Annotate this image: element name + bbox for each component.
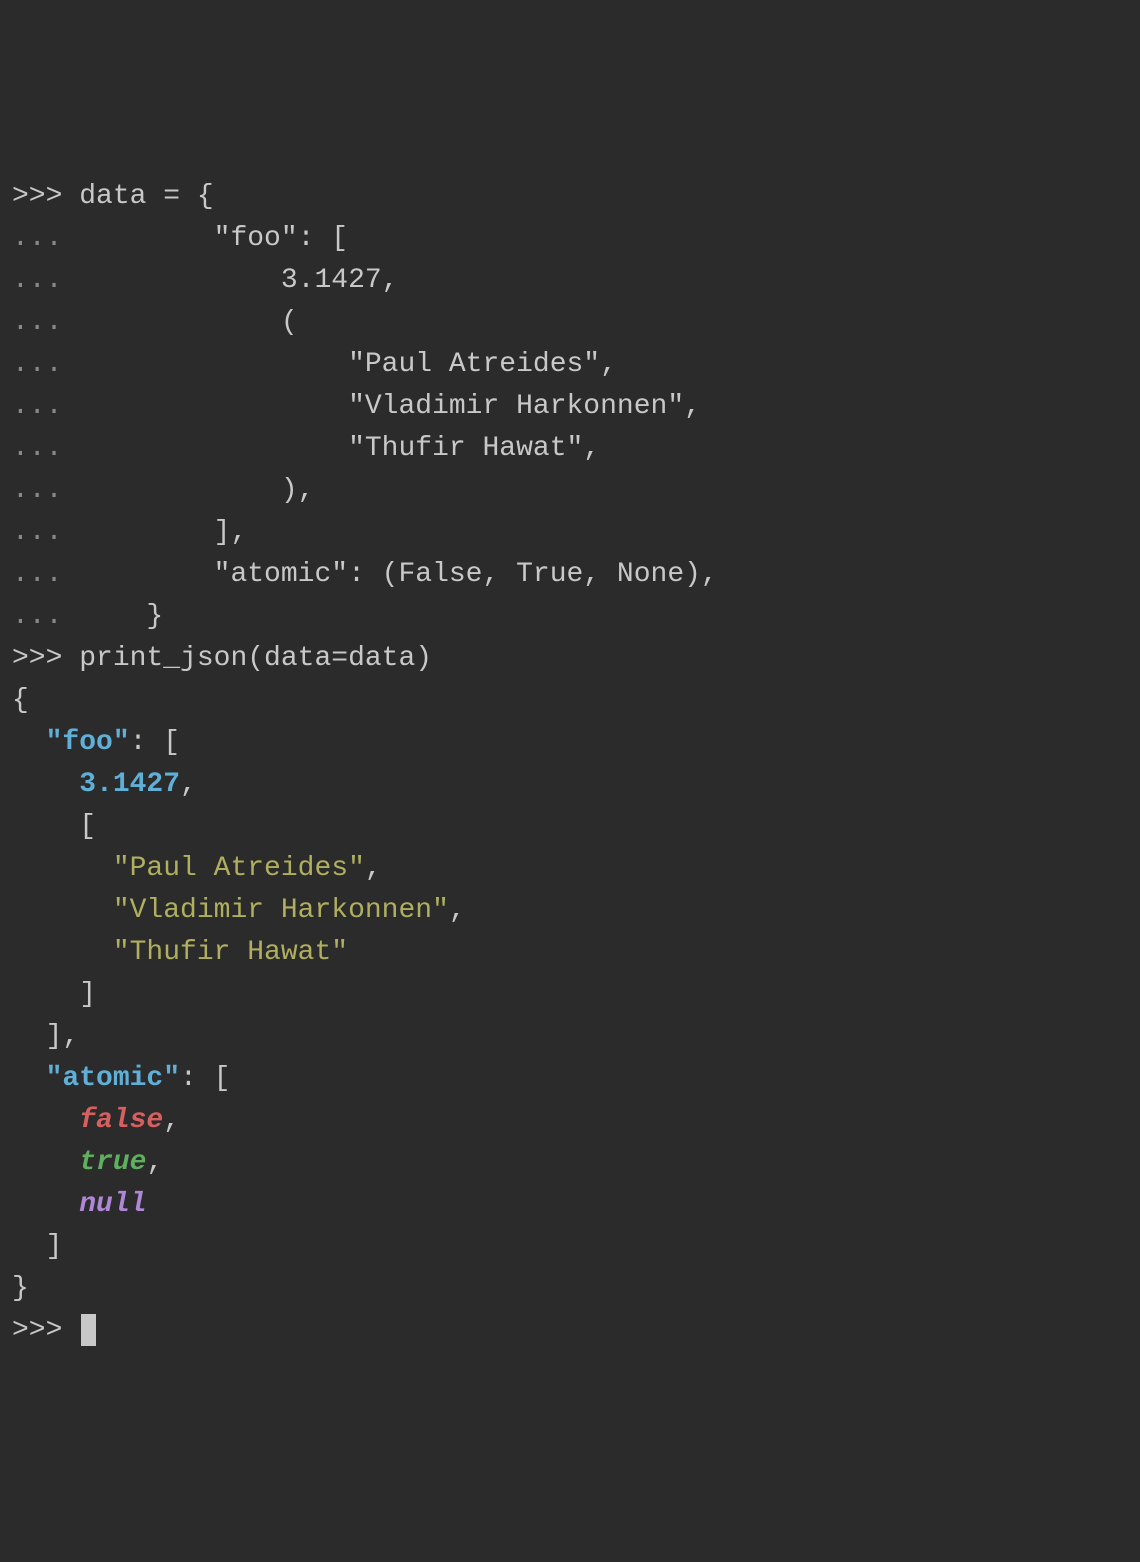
json-bracket: ] bbox=[46, 1021, 63, 1052]
code-line: ( bbox=[79, 307, 297, 338]
terminal-output: >>> data = {... "foo": [... 3.1427,... (… bbox=[12, 176, 1128, 1352]
json-bracket: ] bbox=[79, 979, 96, 1010]
json-string: "Vladimir Harkonnen" bbox=[113, 895, 449, 926]
json-string: "Thufir Hawat" bbox=[113, 937, 348, 968]
json-brace: } bbox=[12, 1273, 29, 1304]
json-bracket: ] bbox=[46, 1231, 63, 1262]
primary-prompt: >>> bbox=[12, 181, 79, 212]
continuation-prompt: ... bbox=[12, 391, 79, 422]
continuation-prompt: ... bbox=[12, 601, 79, 632]
continuation-prompt: ... bbox=[12, 475, 79, 506]
primary-prompt: >>> bbox=[12, 643, 79, 674]
json-number: 3.1427 bbox=[79, 769, 180, 800]
continuation-prompt: ... bbox=[12, 223, 79, 254]
json-bracket: [ bbox=[163, 727, 180, 758]
code-line: 3.1427, bbox=[79, 265, 398, 296]
code-line: "Thufir Hawat", bbox=[79, 433, 600, 464]
json-brace: { bbox=[12, 685, 29, 716]
continuation-prompt: ... bbox=[12, 517, 79, 548]
cursor[interactable] bbox=[81, 1314, 96, 1346]
code-line: } bbox=[79, 601, 163, 632]
code-line: print_json(data=data) bbox=[79, 643, 432, 674]
continuation-prompt: ... bbox=[12, 307, 79, 338]
json-bracket: [ bbox=[79, 811, 96, 842]
continuation-prompt: ... bbox=[12, 559, 79, 590]
code-line: "Paul Atreides", bbox=[79, 349, 617, 380]
json-key: "atomic" bbox=[46, 1063, 180, 1094]
json-false: false bbox=[79, 1105, 163, 1136]
code-line: "foo": [ bbox=[79, 223, 348, 254]
continuation-prompt: ... bbox=[12, 265, 79, 296]
primary-prompt: >>> bbox=[12, 1315, 79, 1346]
json-key: "foo" bbox=[46, 727, 130, 758]
json-string: "Paul Atreides" bbox=[113, 853, 365, 884]
json-bracket: [ bbox=[214, 1063, 231, 1094]
continuation-prompt: ... bbox=[12, 433, 79, 464]
json-null: null bbox=[79, 1189, 146, 1220]
json-true: true bbox=[79, 1147, 146, 1178]
code-line: "Vladimir Harkonnen", bbox=[79, 391, 701, 422]
code-line: ), bbox=[79, 475, 314, 506]
code-line: "atomic": (False, True, None), bbox=[79, 559, 718, 590]
code-line: data = { bbox=[79, 181, 213, 212]
continuation-prompt: ... bbox=[12, 349, 79, 380]
code-line: ], bbox=[79, 517, 247, 548]
